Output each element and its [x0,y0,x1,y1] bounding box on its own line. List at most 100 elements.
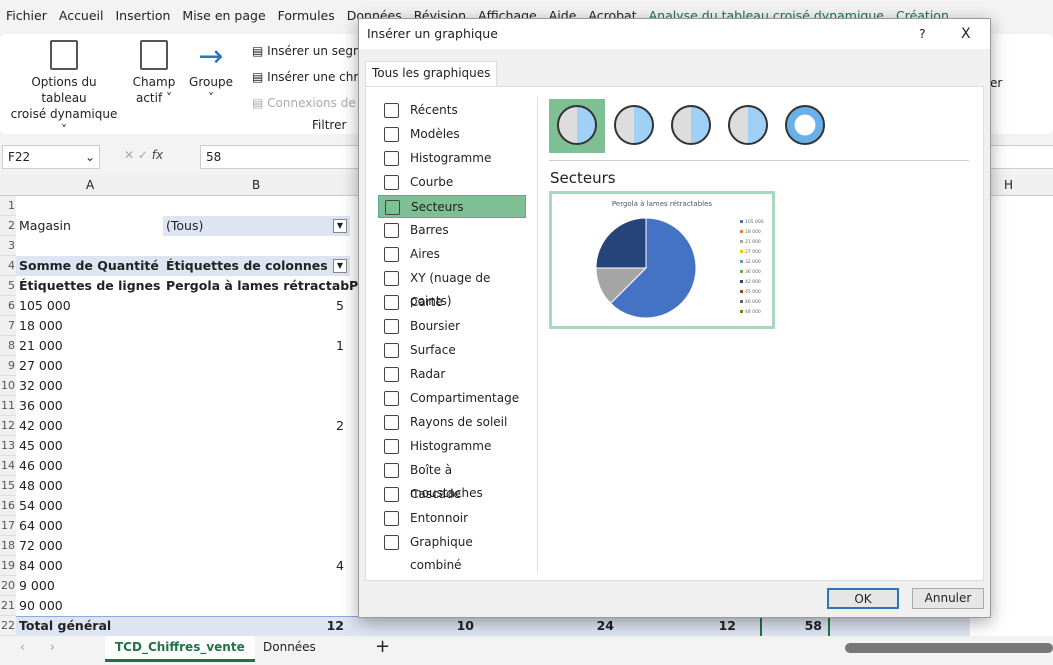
chart-type-11[interactable]: Radar [378,363,526,386]
chart-type-10[interactable]: Surface [378,339,526,362]
row-header[interactable]: 16 [0,496,16,516]
sheet-tab-tcd[interactable]: TCD_Chiffres_vente [105,636,255,662]
row-header[interactable]: 19 [0,556,16,576]
chart-type-14[interactable]: Histogramme [378,435,526,458]
chart-type-6[interactable]: Aires [378,243,526,266]
row-header[interactable]: 10 [0,376,16,396]
row-header[interactable]: 5 [0,276,16,296]
column-header-a[interactable]: A [86,178,94,192]
row-header[interactable]: 17 [0,516,16,536]
horizontal-scrollbar[interactable] [845,643,1053,653]
total-label[interactable]: Total général [16,616,163,636]
close-button[interactable]: X [961,19,971,49]
row-label[interactable]: 84 000 [16,556,163,576]
chart-type-5[interactable]: Barres [378,219,526,242]
chart-type-7[interactable]: XY (nuage de points) [378,267,526,308]
row-header[interactable]: 7 [0,316,16,336]
row-label[interactable]: 90 000 [16,596,163,616]
row-header[interactable]: 12 [0,416,16,436]
filter-cell[interactable]: (Tous) ▼ [163,216,350,236]
row-label[interactable]: 54 000 [16,496,163,516]
ok-button[interactable]: OK [827,588,899,609]
row-label[interactable]: 9 000 [16,576,163,596]
column-header-h[interactable]: H [1004,178,1013,192]
chart-type-0[interactable]: Récents [378,99,526,122]
bar-of-pie-button[interactable] [720,99,776,153]
total-value-selected[interactable]: 58 [760,616,830,636]
pergola-value[interactable] [163,316,350,336]
pergola-value[interactable]: 2 [163,416,350,436]
tab-all-charts[interactable]: Tous les graphiques [365,61,498,87]
doughnut-button[interactable] [777,99,833,153]
chart-type-4[interactable]: Secteurs [378,195,526,218]
pergola-value[interactable] [163,576,350,596]
pergola-value[interactable]: 4 [163,556,350,576]
dropdown-icon[interactable]: ▼ [333,219,347,233]
row-header[interactable]: 20 [0,576,16,596]
pie-2d-button[interactable] [549,99,605,153]
pergola-value[interactable] [163,536,350,556]
row-header[interactable]: 9 [0,356,16,376]
add-sheet-button[interactable]: + [375,636,390,657]
pie-of-pie-button[interactable] [663,99,719,153]
pergola-value[interactable]: 5 [163,296,350,316]
next-sheet-icon[interactable]: › [50,640,55,654]
sheet-tab-donnees[interactable]: Données [255,640,324,654]
row-label[interactable]: 72 000 [16,536,163,556]
pergola-value[interactable] [163,596,350,616]
row-header[interactable]: 22 [0,616,16,636]
pivot-options-button[interactable]: Options du tableau croisé dynamique ˅ [8,40,120,138]
cancel-confirm-icons[interactable]: ✕ ✓ fx [124,148,163,162]
chart-type-16[interactable]: Cascade [378,483,526,506]
row-header[interactable]: 6 [0,296,16,316]
row-label[interactable]: 45 000 [16,436,163,456]
row-label[interactable]: 27 000 [16,356,163,376]
chart-preview[interactable]: Pergola à lames rétractables 105 000 18 0… [549,191,775,329]
row-header[interactable]: 13 [0,436,16,456]
row-header[interactable]: 4 [0,256,16,276]
total-value[interactable]: 24 [560,616,620,636]
row-label[interactable]: 42 000 [16,416,163,436]
help-button[interactable]: ? [919,19,926,49]
row-label[interactable]: 36 000 [16,396,163,416]
row-label[interactable]: 32 000 [16,376,163,396]
pergola-value[interactable] [163,516,350,536]
cell-pergola-header[interactable]: Pergola à lames rétractables [163,276,350,296]
chart-type-8[interactable]: Carte [378,291,526,314]
row-header[interactable]: 3 [0,236,16,256]
row-header[interactable]: 21 [0,596,16,616]
pergola-value[interactable] [163,476,350,496]
menu-mise-en-page[interactable]: Mise en page [176,4,271,28]
row-label[interactable]: 105 000 [16,296,163,316]
dropdown-icon[interactable]: ▼ [333,259,347,273]
chart-type-9[interactable]: Boursier [378,315,526,338]
total-value[interactable]: 12 [163,616,350,636]
total-value[interactable]: 12 [680,616,742,636]
menu-fichier[interactable]: Fichier [0,4,53,28]
chart-type-12[interactable]: Compartimentage [378,387,526,410]
cell-somme[interactable]: Somme de Quantité [16,256,163,276]
chart-type-1[interactable]: Modèles [378,123,526,146]
group-button[interactable]: → Groupe ˅ [186,40,236,106]
row-label[interactable]: 64 000 [16,516,163,536]
row-label[interactable]: 18 000 [16,316,163,336]
pergola-value[interactable] [163,436,350,456]
active-field-button[interactable]: Champ actif ˅ [128,40,180,106]
pergola-value[interactable] [163,456,350,476]
row-labels-cell[interactable]: Étiquettes de lignes▼ [16,276,163,296]
row-header[interactable]: 1 [0,196,16,216]
row-header[interactable]: 11 [0,396,16,416]
total-value[interactable]: 10 [420,616,480,636]
pergola-value[interactable]: 1 [163,336,350,356]
row-header[interactable]: 14 [0,456,16,476]
row-label[interactable]: 21 000 [16,336,163,356]
chart-type-15[interactable]: Boîte à moustaches [378,459,526,500]
pergola-value[interactable] [163,396,350,416]
name-box[interactable]: F22 ⌄ [2,145,100,169]
row-header[interactable]: 2 [0,216,16,236]
row-header[interactable]: 8 [0,336,16,356]
pergola-value[interactable] [163,376,350,396]
column-labels-cell[interactable]: Étiquettes de colonnes ▼ [163,256,350,276]
chart-type-17[interactable]: Entonnoir [378,507,526,530]
row-header[interactable]: 15 [0,476,16,496]
